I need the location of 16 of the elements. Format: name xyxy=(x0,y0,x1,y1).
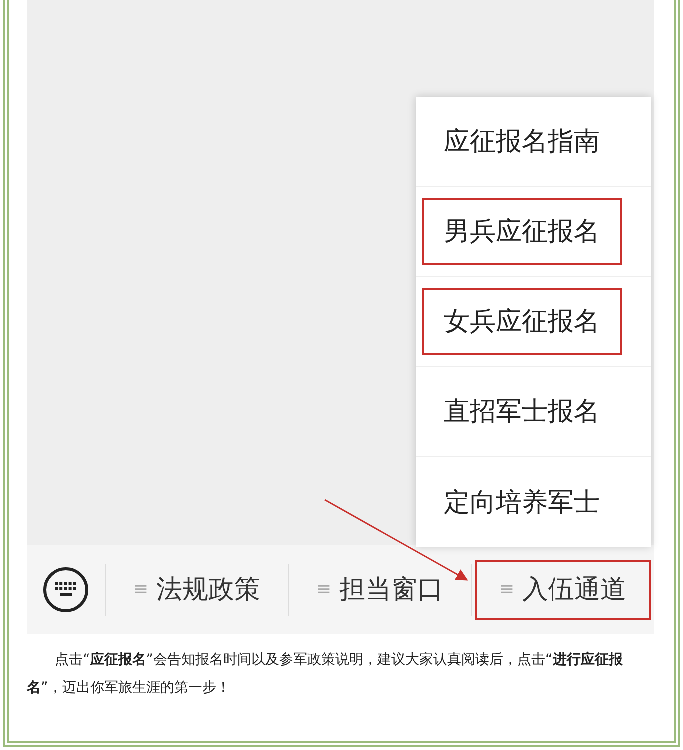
menu-tab[interactable]: ≡ 入伍通道 xyxy=(475,560,651,620)
tab-label: 入伍通道 xyxy=(522,574,627,607)
menu-item[interactable]: 男兵应征报名 xyxy=(422,198,622,265)
menu-tab[interactable]: ≡ 担当窗口 xyxy=(292,560,468,620)
menu-item[interactable]: 应征报名指南 xyxy=(422,108,622,175)
menu-tab[interactable]: ≡ 法规政策 xyxy=(109,560,285,620)
menu-icon: ≡ xyxy=(499,579,515,600)
tab-label: 法规政策 xyxy=(156,574,261,607)
keyboard-icon[interactable] xyxy=(43,566,89,612)
menu-item[interactable]: 直招军士报名 xyxy=(422,378,622,445)
menu-icon: ≡ xyxy=(133,579,149,600)
menu-icon: ≡ xyxy=(316,579,332,600)
tab-label: 担当窗口 xyxy=(340,574,444,607)
menu-item[interactable]: 定向培养军士 xyxy=(422,468,622,536)
caption-text: 点击“应征报名”会告知报名时间以及参军政策说明，建议大家认真阅读后，点击“进行应征报名”，迈出你军旅生涯的第一步！ xyxy=(27,650,624,698)
menu-item[interactable]: 女兵应征报名 xyxy=(422,288,622,355)
